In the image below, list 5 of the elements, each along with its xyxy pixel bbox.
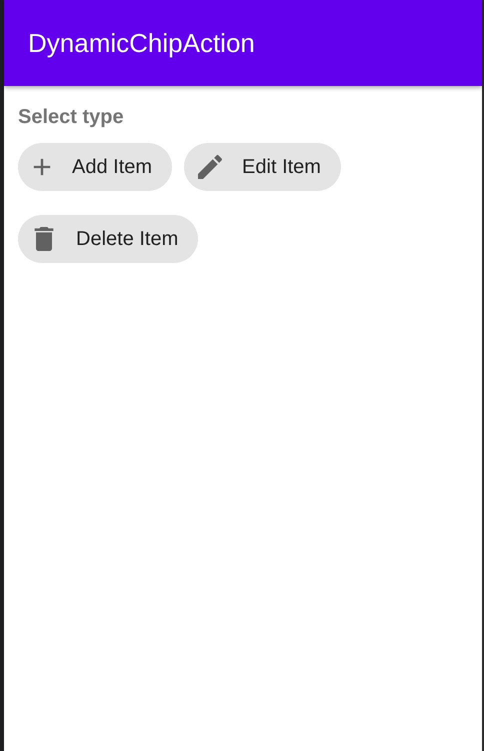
app-title: DynamicChipAction [28,28,255,58]
section-label: Select type [18,106,125,129]
action-chip[interactable]: Edit Item [184,143,341,191]
action-chip[interactable]: Add Item [18,143,172,191]
action-chip[interactable]: Delete Item [18,215,198,263]
